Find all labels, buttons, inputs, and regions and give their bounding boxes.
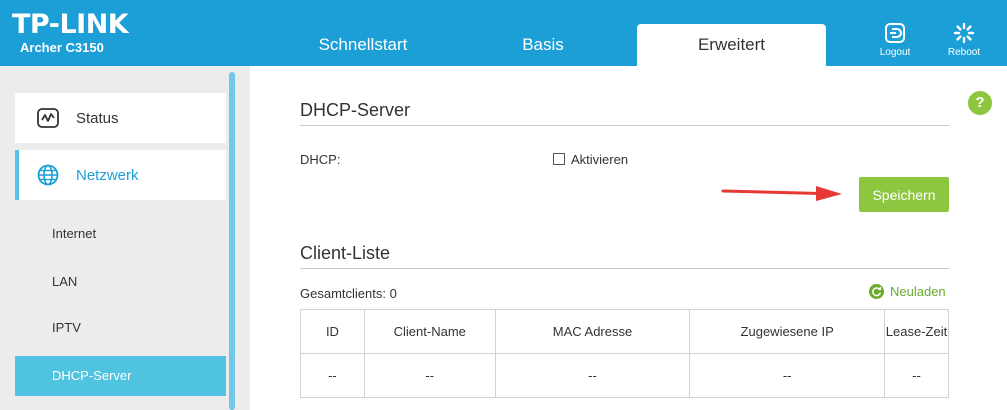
total-clients: Gesamtclients: 0: [300, 286, 397, 301]
table-header-row: ID Client-Name MAC Adresse Zugewiesene I…: [300, 309, 949, 354]
tab-basis[interactable]: Basis: [448, 24, 638, 66]
table-row: -- -- -- -- --: [300, 353, 949, 398]
dhcp-label: DHCP:: [300, 152, 341, 167]
reboot-label: Reboot: [947, 47, 981, 58]
section-divider: [300, 268, 949, 269]
sidebar-subitem-iptv[interactable]: IPTV: [15, 308, 226, 348]
sidebar-item-label: Status: [76, 109, 119, 127]
top-header: TP-LINK Archer C3150 Schnellstart Basis …: [0, 0, 1007, 66]
refresh-icon: [869, 284, 884, 299]
tab-schnellstart[interactable]: Schnellstart: [268, 24, 458, 66]
red-arrow-annotation: [721, 186, 842, 201]
col-lease-time: Lease-Zeit: [884, 309, 949, 354]
col-assigned-ip: Zugewiesene IP: [689, 309, 886, 354]
status-chart-icon: [37, 108, 59, 128]
logout-button[interactable]: Logout: [870, 22, 920, 58]
col-mac-address: MAC Adresse: [494, 309, 691, 354]
sidebar-item-label: Netzwerk: [76, 166, 139, 184]
table-cell: --: [494, 353, 691, 398]
logout-icon: [885, 23, 905, 43]
sidebar-subitem-dhcp-server[interactable]: DHCP-Server: [15, 356, 226, 396]
total-clients-label: Gesamtclients:: [300, 286, 386, 301]
reload-button[interactable]: Neuladen: [869, 284, 946, 299]
reboot-icon: [953, 22, 975, 44]
brand-name: TP-LINK: [12, 9, 129, 40]
sidebar-scrollbar[interactable]: [229, 72, 235, 410]
activate-label[interactable]: Aktivieren: [571, 152, 628, 167]
help-button[interactable]: ?: [968, 91, 992, 115]
reload-label: Neuladen: [890, 284, 946, 299]
table-cell: --: [300, 353, 365, 398]
sidebar-item-status[interactable]: Status: [15, 93, 226, 143]
reboot-button[interactable]: Reboot: [939, 22, 989, 58]
tab-erweitert[interactable]: Erweitert: [637, 24, 826, 66]
col-client-name: Client-Name: [363, 309, 496, 354]
model-name: Archer C3150: [20, 40, 104, 55]
client-table: ID Client-Name MAC Adresse Zugewiesene I…: [300, 309, 949, 398]
logout-label: Logout: [879, 47, 911, 58]
dhcp-activate-checkbox[interactable]: [553, 153, 565, 165]
sidebar-subitem-internet[interactable]: Internet: [15, 214, 226, 254]
section-divider: [300, 125, 949, 126]
table-cell: --: [363, 353, 496, 398]
sidebar-subitem-lan[interactable]: LAN: [15, 262, 226, 302]
globe-icon: [37, 164, 59, 186]
col-id: ID: [300, 309, 365, 354]
dhcp-section-title: DHCP-Server: [300, 100, 411, 120]
total-clients-value: 0: [389, 286, 397, 301]
sidebar-item-netzwerk[interactable]: Netzwerk: [15, 150, 226, 200]
save-button[interactable]: Speichern: [859, 177, 949, 212]
client-list-title: Client-Liste: [300, 243, 391, 263]
brand-logo: TP-LINK Archer C3150: [12, 9, 129, 56]
table-cell: --: [689, 353, 886, 398]
table-cell: --: [884, 353, 949, 398]
